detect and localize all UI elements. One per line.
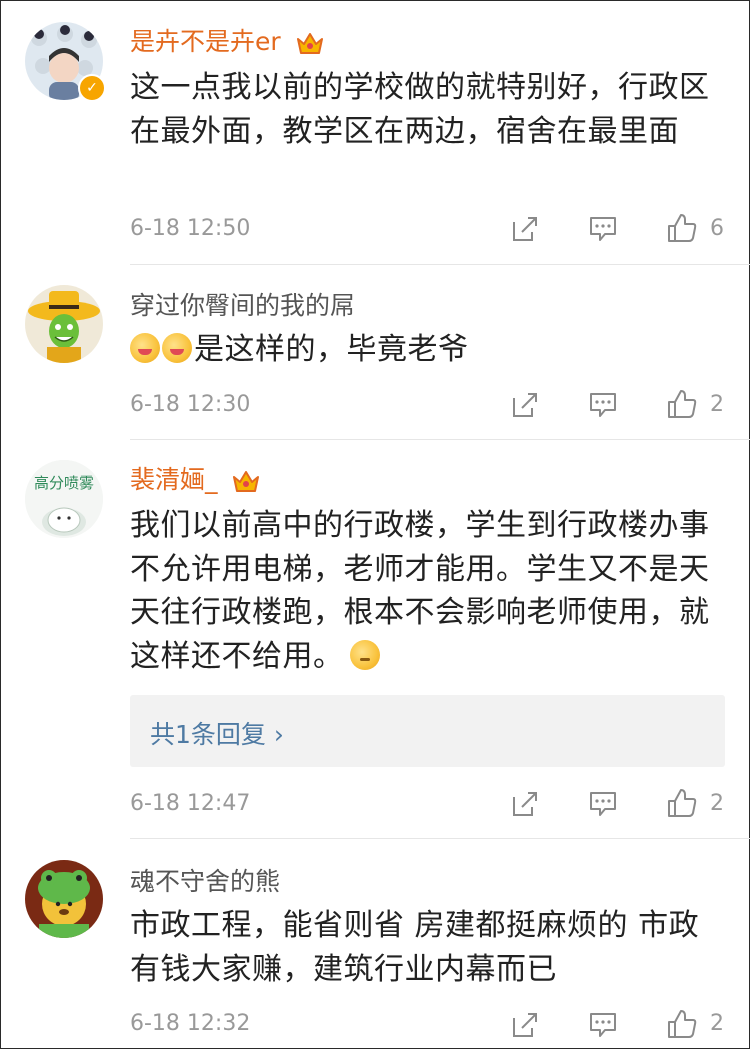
comment-text: 市政工程，能省则省 房建都挺麻烦的 市政 有钱大家赚，建筑行业内幕而已 <box>130 908 700 987</box>
like-icon[interactable] <box>666 388 698 420</box>
like-count: 2 <box>710 791 724 816</box>
like-count: 6 <box>710 216 724 241</box>
timestamp: 6-18 12:32 <box>130 1011 251 1036</box>
avatar-caption: 高分喷雾 <box>33 474 94 492</box>
like-icon[interactable] <box>666 212 698 244</box>
comment-icon[interactable] <box>588 1010 618 1040</box>
reply-link[interactable]: 共1条回复 › <box>150 715 284 751</box>
timestamp: 6-18 12:50 <box>130 216 251 241</box>
share-icon[interactable] <box>510 789 540 819</box>
avatar[interactable] <box>25 285 103 363</box>
reply-summary[interactable]: 共1条回复 › <box>130 695 725 767</box>
like-icon[interactable] <box>666 787 698 819</box>
comment-icon[interactable] <box>588 789 618 819</box>
username[interactable]: 裴清婳_ <box>130 460 261 496</box>
divider <box>130 264 750 265</box>
divider <box>130 838 750 839</box>
verified-badge: ✓ <box>78 74 106 102</box>
username[interactable]: 穿过你臀间的我的屌 <box>130 286 355 322</box>
comment-icon[interactable] <box>588 214 618 244</box>
like-icon[interactable] <box>666 1008 698 1040</box>
comment-text: 是这样的，毕竟老爷 <box>130 328 720 372</box>
smile-emoji <box>130 333 160 363</box>
crown-icon <box>233 471 260 492</box>
share-icon[interactable] <box>510 214 540 244</box>
username[interactable]: 魂不守舍的熊 <box>130 862 280 898</box>
comment-text: 这一点我以前的学校做的就特别好，行政区在最外面，教学区在两边，宿舍在最里面 <box>130 70 710 149</box>
timestamp: 6-18 12:47 <box>130 791 251 816</box>
crown-icon <box>296 33 323 54</box>
smile-emoji <box>162 333 192 363</box>
username[interactable]: 是卉不是卉er <box>130 22 325 58</box>
divider <box>130 439 750 440</box>
share-icon[interactable] <box>510 390 540 420</box>
thinking-emoji <box>349 639 380 670</box>
like-count: 2 <box>710 392 724 417</box>
comment-icon[interactable] <box>588 390 618 420</box>
comment-text: 我们以前高中的行政楼，学生到行政楼办事不允许用电梯，老师才能用。学生又不是天天往… <box>130 508 710 674</box>
avatar[interactable]: 高分喷雾 <box>25 460 103 538</box>
like-count: 2 <box>710 1011 724 1036</box>
chevron-right-icon: › <box>273 720 284 749</box>
avatar[interactable] <box>25 860 103 938</box>
share-icon[interactable] <box>510 1010 540 1040</box>
timestamp: 6-18 12:30 <box>130 392 251 417</box>
